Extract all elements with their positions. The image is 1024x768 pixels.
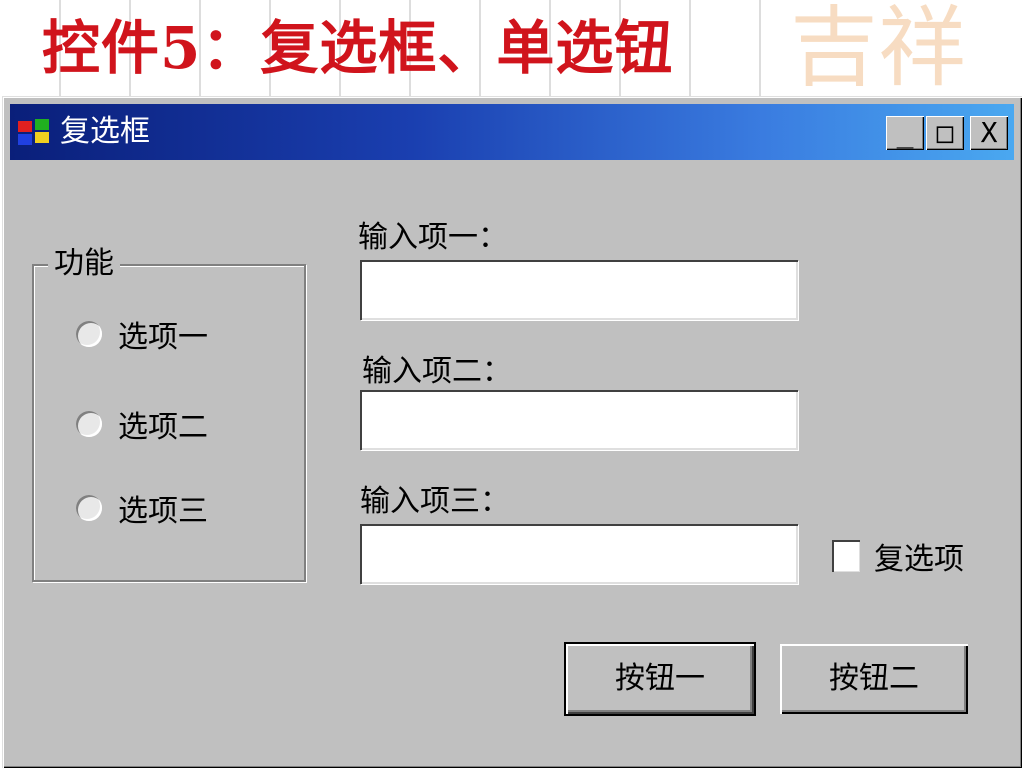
checkbox-label: 复选项	[874, 542, 964, 577]
radio-button[interactable]	[76, 321, 102, 347]
input-1-label: 输入项一：	[358, 220, 508, 255]
button-two[interactable]: 按钮二	[780, 644, 968, 714]
input-3-label: 输入项三：	[360, 484, 510, 519]
input-field-3[interactable]	[360, 524, 798, 584]
watermark-logo: 吉祥	[790, 0, 967, 96]
input-field-1[interactable]	[360, 260, 798, 320]
input-2-label: 输入项二：	[362, 354, 512, 389]
radio-label: 选项三	[118, 494, 208, 529]
maximize-button[interactable]: □	[926, 116, 964, 150]
radio-button[interactable]	[76, 411, 102, 437]
slide-header: 吉祥 控件5：复选框、单选钮	[0, 0, 1024, 96]
windows-logo-icon[interactable]	[16, 118, 52, 148]
checkbox-option[interactable]: 复选项	[832, 534, 964, 578]
radio-label: 选项一	[118, 320, 208, 355]
radio-option-2[interactable]: 选项二	[76, 402, 208, 446]
input-field-2[interactable]	[360, 390, 798, 450]
radio-button[interactable]	[76, 495, 102, 521]
checkbox[interactable]	[832, 540, 860, 572]
close-button[interactable]: X	[970, 116, 1008, 150]
dialog-window: 复选框 _ □ X 功能 选项一 选项二 选项三 输入项一： 输入项二： 输入项…	[2, 96, 1022, 768]
minimize-icon: _	[896, 116, 914, 149]
radio-label: 选项二	[118, 410, 208, 445]
title-bar[interactable]: 复选框 _ □ X	[10, 104, 1014, 160]
close-icon: X	[980, 116, 998, 149]
radio-option-3[interactable]: 选项三	[76, 486, 208, 530]
button-one[interactable]: 按钮一	[566, 644, 754, 714]
groupbox-label: 功能	[48, 246, 120, 282]
minimize-button[interactable]: _	[886, 116, 924, 150]
radio-option-1[interactable]: 选项一	[76, 312, 208, 356]
window-title: 复选框	[60, 114, 150, 149]
slide-title: 控件5：复选框、单选钮	[42, 14, 674, 82]
maximize-icon: □	[936, 116, 954, 149]
